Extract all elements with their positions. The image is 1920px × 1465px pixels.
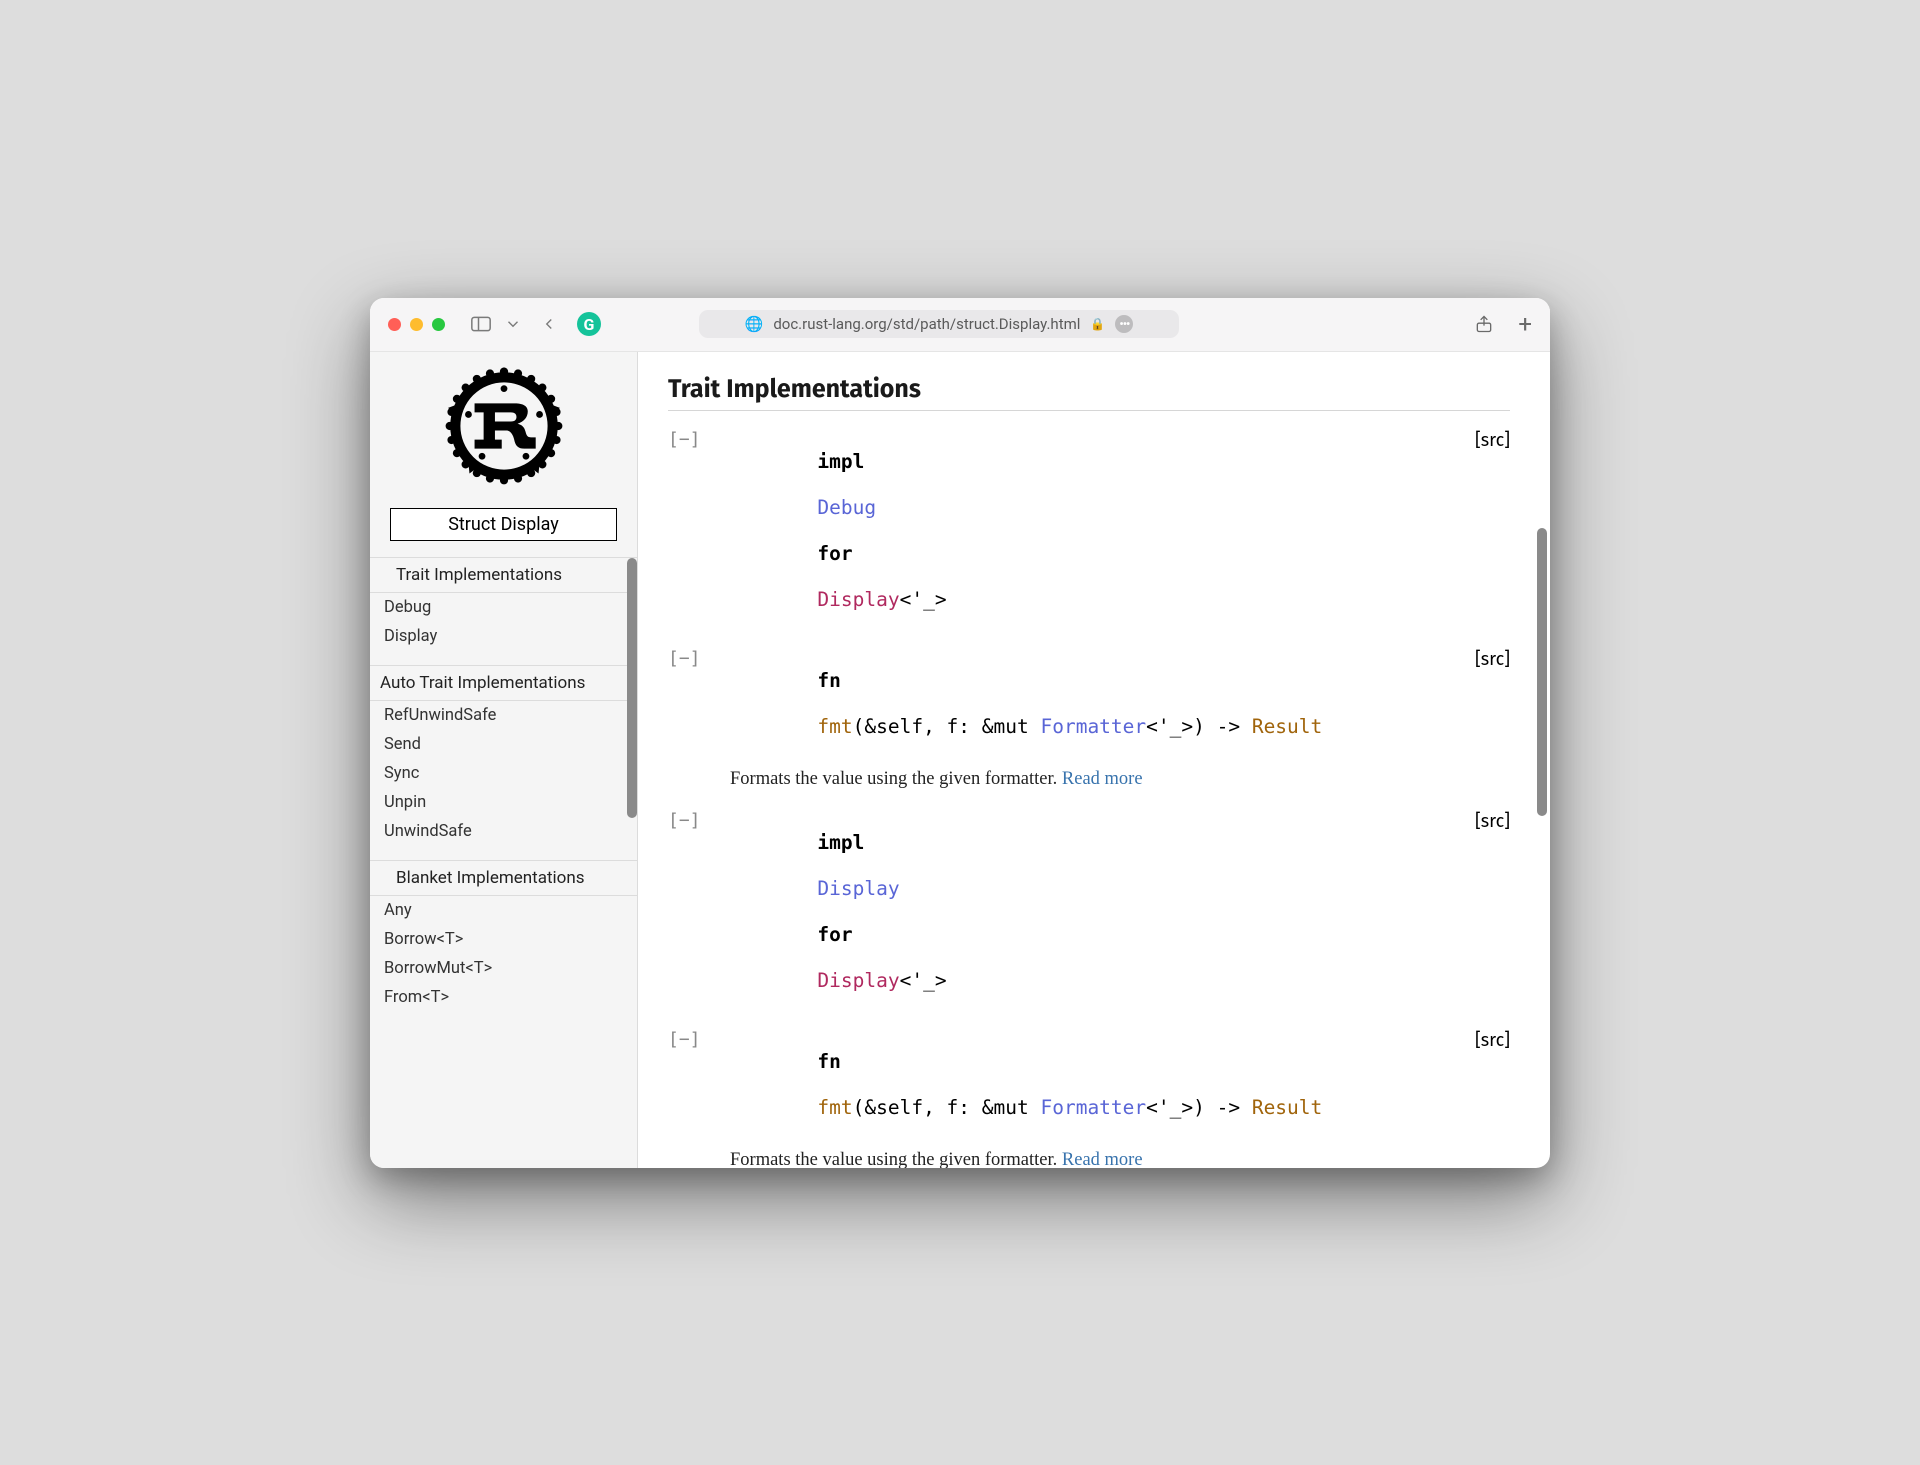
impl-display: [−] impl Display for Display<'_> [src] [668,808,1510,1015]
sidebar-item-unpin[interactable]: Unpin [370,788,637,817]
collapse-toggle[interactable]: [−] [668,646,690,669]
read-more-link[interactable]: Read more [1062,769,1143,789]
struct-link-display[interactable]: Display [817,969,899,992]
type-link-result[interactable]: Result [1252,715,1322,738]
method-fmt-display: [−] fn fmt(&self, f: &mut Formatter<'_>)… [668,1027,1510,1142]
source-link[interactable]: [src] [1475,808,1510,832]
maximize-window-button[interactable] [432,318,445,331]
page-actions-icon[interactable]: ••• [1115,315,1133,333]
browser-titlebar: G 🌐 doc.rust-lang.org/std/path/struct.Di… [370,298,1550,352]
tab-group-dropdown[interactable] [499,310,527,338]
source-link[interactable]: [src] [1475,1027,1510,1051]
sidebar-item-any[interactable]: Any [370,896,637,925]
collapse-toggle[interactable]: [−] [668,427,690,450]
close-window-button[interactable] [388,318,401,331]
type-link-formatter[interactable]: Formatter [1040,1096,1146,1119]
method-fmt-debug: [−] fn fmt(&self, f: &mut Formatter<'_>)… [668,646,1510,761]
read-more-link[interactable]: Read more [1062,1150,1143,1168]
url-text: doc.rust-lang.org/std/path/struct.Displa… [773,315,1080,333]
docs-sidebar: Struct Display Trait Implementations Deb… [370,352,638,1168]
sidebar-item-unwindsafe[interactable]: UnwindSafe [370,817,637,846]
sidebar-item-display[interactable]: Display [370,622,637,651]
trait-link-display[interactable]: Display [817,877,899,900]
type-link-formatter[interactable]: Formatter [1040,715,1146,738]
sidebar-item-send[interactable]: Send [370,730,637,759]
impl-debug: [−] impl Debug for Display<'_> [src] [668,427,1510,634]
sidebar-section-trait-impls[interactable]: Trait Implementations [370,557,637,593]
chevron-down-icon [504,315,522,333]
page-content: Struct Display Trait Implementations Deb… [370,352,1550,1168]
minimize-window-button[interactable] [410,318,423,331]
grammarly-extension-icon[interactable]: G [577,312,601,336]
docs-main: Trait Implementations [−] impl Debug for… [638,352,1550,1168]
back-button[interactable] [535,310,563,338]
rust-logo[interactable] [370,352,637,500]
type-link-result[interactable]: Result [1252,1096,1322,1119]
chevron-left-icon [540,315,558,333]
sidebar-icon [471,316,491,332]
browser-window: G 🌐 doc.rust-lang.org/std/path/struct.Di… [370,298,1550,1168]
sidebar-toggle-button[interactable] [467,310,495,338]
sidebar-item-debug[interactable]: Debug [370,593,637,622]
method-doc: Formats the value using the given format… [730,1150,1510,1168]
sidebar-item-refunwindsafe[interactable]: RefUnwindSafe [370,701,637,730]
source-link[interactable]: [src] [1475,427,1510,451]
sidebar-item-sync[interactable]: Sync [370,759,637,788]
sidebar-scrollbar[interactable] [627,558,637,818]
sidebar-item-borrowmut[interactable]: BorrowMut<T> [370,954,637,983]
window-controls [388,318,445,331]
source-link[interactable]: [src] [1475,646,1510,670]
sidebar-section-auto-trait-impls[interactable]: Auto Trait Implementations [370,665,637,701]
collapse-toggle[interactable]: [−] [668,1027,690,1050]
share-button[interactable] [1470,310,1498,338]
sidebar-struct-title: Struct Display [390,508,617,541]
struct-link-display[interactable]: Display [817,588,899,611]
main-scrollbar[interactable] [1537,528,1547,816]
section-trait-implementations: Trait Implementations [668,374,1510,411]
sidebar-section-blanket-impls[interactable]: Blanket Implementations [370,860,637,896]
fn-link-fmt[interactable]: fmt [817,1096,852,1119]
new-tab-button[interactable]: + [1518,310,1532,338]
collapse-toggle[interactable]: [−] [668,808,690,831]
share-icon [1474,314,1494,334]
method-doc: Formats the value using the given format… [730,769,1510,790]
trait-link-debug[interactable]: Debug [817,496,876,519]
fn-link-fmt[interactable]: fmt [817,715,852,738]
lock-icon: 🔒 [1090,317,1105,331]
sidebar-item-borrow[interactable]: Borrow<T> [370,925,637,954]
address-bar[interactable]: 🌐 doc.rust-lang.org/std/path/struct.Disp… [699,310,1179,338]
rust-logo-icon [444,366,564,486]
site-settings-icon: 🌐 [745,315,764,333]
sidebar-item-from[interactable]: From<T> [370,983,637,1012]
